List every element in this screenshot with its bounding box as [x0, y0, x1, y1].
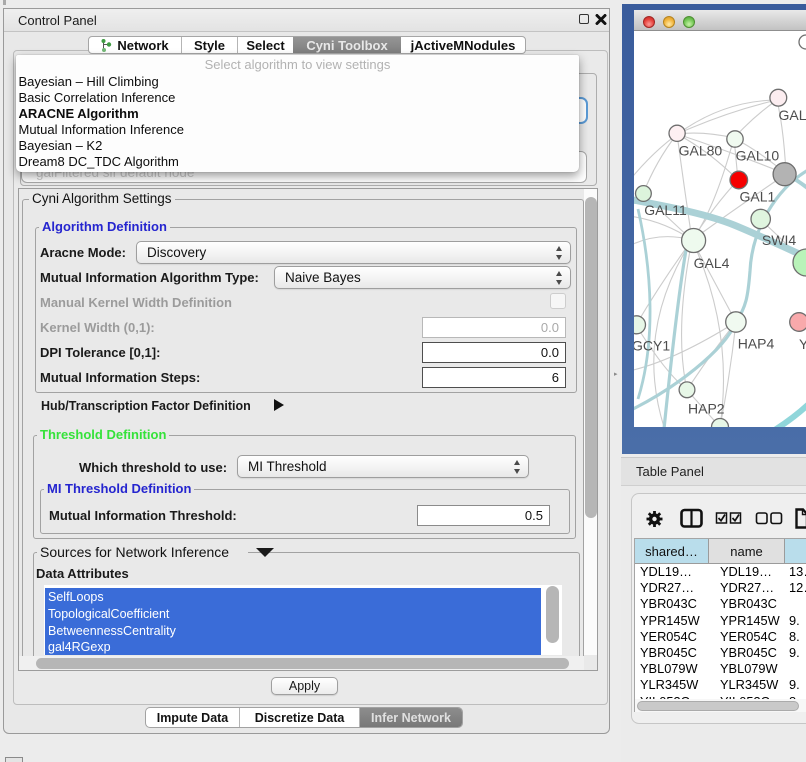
svg-text:GAL4: GAL4	[694, 255, 730, 271]
svg-text:GAL11: GAL11	[644, 202, 687, 218]
svg-text:GAL80: GAL80	[679, 143, 723, 159]
svg-text:GAL7: GAL7	[779, 107, 806, 123]
svg-text:HAP4: HAP4	[738, 336, 775, 352]
svg-text:Y: Y	[799, 336, 806, 352]
svg-text:GAL10: GAL10	[736, 148, 780, 164]
svg-text:GAL1: GAL1	[740, 189, 776, 205]
svg-text:SWI4: SWI4	[762, 232, 796, 248]
svg-text:GCY1: GCY1	[634, 338, 670, 354]
svg-text:HAP2: HAP2	[688, 401, 725, 417]
